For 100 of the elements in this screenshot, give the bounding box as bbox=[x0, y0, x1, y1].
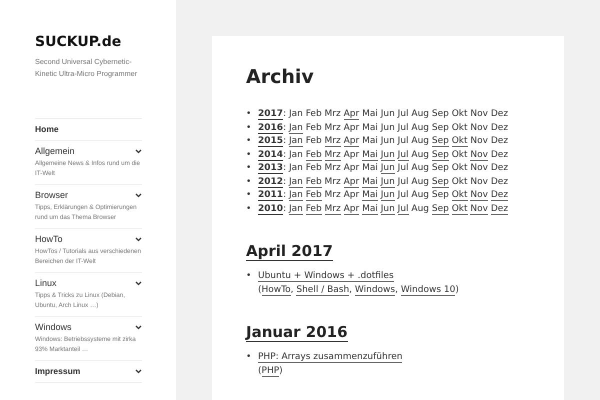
month-link[interactable]: Jan bbox=[288, 176, 303, 188]
month-link[interactable]: Jun bbox=[380, 163, 395, 174]
month-link[interactable]: Dez bbox=[490, 204, 508, 214]
month-label: Jun bbox=[380, 122, 395, 132]
site-title[interactable]: SUCKUP.de bbox=[35, 34, 146, 50]
month-link[interactable]: Feb bbox=[306, 176, 322, 188]
separator: : bbox=[283, 109, 286, 119]
month-link[interactable]: Apr bbox=[344, 176, 360, 188]
month-label: Sep bbox=[432, 109, 449, 119]
month-label: Okt bbox=[452, 122, 468, 132]
month-label: Mai bbox=[362, 109, 378, 119]
month-label: Jul bbox=[398, 190, 409, 200]
nav-link[interactable]: Home bbox=[35, 123, 59, 135]
chevron-down-icon[interactable] bbox=[135, 236, 142, 242]
month-link[interactable]: Jul bbox=[398, 150, 409, 160]
chevron-down-icon[interactable] bbox=[135, 148, 142, 154]
month-link[interactable]: Jan bbox=[288, 204, 303, 214]
month-link[interactable]: Feb bbox=[306, 204, 322, 214]
nav-link[interactable]: HowTo bbox=[35, 233, 63, 245]
year-link[interactable]: 2013 bbox=[258, 163, 284, 174]
month-label: Dez bbox=[490, 176, 508, 186]
month-link[interactable]: Jun bbox=[380, 204, 395, 214]
post-link[interactable]: PHP: Arrays zusammenzuführen bbox=[258, 352, 402, 363]
month-link[interactable]: Nov bbox=[470, 190, 488, 201]
year-link[interactable]: 2010 bbox=[258, 204, 284, 214]
month-label: Nov bbox=[470, 163, 488, 173]
month-link[interactable]: Mai bbox=[362, 190, 378, 201]
month-link[interactable]: Apr bbox=[344, 204, 360, 214]
chevron-down-icon[interactable] bbox=[135, 368, 142, 374]
nav-link[interactable]: Allgemein bbox=[35, 145, 75, 157]
nav-link[interactable]: Linux bbox=[35, 277, 57, 289]
month-label: Mai bbox=[362, 122, 378, 132]
separator: , bbox=[349, 284, 352, 294]
month-label: Aug bbox=[411, 190, 429, 200]
month-label: Dez bbox=[490, 150, 508, 160]
month-link[interactable]: Dez bbox=[490, 190, 508, 201]
nav-link[interactable]: Browser bbox=[35, 189, 68, 201]
chevron-down-icon[interactable] bbox=[135, 280, 142, 286]
separator: : bbox=[283, 150, 286, 160]
month-link[interactable]: Nov bbox=[470, 150, 488, 160]
month-label: Nov bbox=[470, 109, 488, 119]
bullet: • bbox=[246, 108, 252, 121]
bullet: • bbox=[246, 189, 252, 202]
month-link[interactable]: Mrz bbox=[324, 204, 341, 214]
separator: : bbox=[283, 190, 286, 200]
month-label: Mai bbox=[362, 136, 378, 146]
parenthesis: ) bbox=[455, 284, 459, 294]
month-label: Aug bbox=[411, 122, 429, 132]
month-label: Feb bbox=[306, 109, 322, 119]
chevron-down-icon[interactable] bbox=[135, 324, 142, 330]
parenthesis: ( bbox=[258, 284, 262, 294]
tag-link[interactable]: PHP bbox=[262, 366, 280, 376]
month-label: Sep bbox=[432, 190, 449, 200]
tag-link[interactable]: Shell / Bash bbox=[296, 284, 350, 296]
month-label: Sep bbox=[432, 163, 449, 173]
month-link[interactable]: Apr bbox=[344, 109, 360, 120]
month-link[interactable]: Jan bbox=[288, 190, 303, 201]
year-link[interactable]: 2016 bbox=[258, 122, 284, 134]
month-label: Nov bbox=[470, 122, 488, 132]
month-link[interactable]: Feb bbox=[306, 150, 322, 160]
year-link[interactable]: 2011 bbox=[258, 190, 284, 201]
month-link[interactable]: Nov bbox=[470, 204, 488, 214]
tag-link[interactable]: Windows 10 bbox=[400, 284, 456, 296]
month-label: Mai bbox=[362, 163, 378, 173]
month-link[interactable]: Mai bbox=[362, 176, 378, 188]
month-link[interactable]: Jun bbox=[380, 190, 395, 201]
post-link[interactable]: Ubuntu + Windows + .dotfiles bbox=[258, 271, 394, 282]
month-link[interactable]: Mrz bbox=[324, 150, 341, 160]
tag-link[interactable]: HowTo bbox=[262, 284, 291, 296]
month-link[interactable]: Sep bbox=[432, 150, 449, 160]
month-link[interactable]: Okt bbox=[452, 136, 468, 147]
tag-link[interactable]: Windows bbox=[354, 284, 396, 296]
bullet: • bbox=[246, 135, 252, 148]
month-link[interactable]: Mai bbox=[362, 150, 378, 160]
nav-link[interactable]: Windows bbox=[35, 321, 72, 333]
month-link[interactable]: Sep bbox=[432, 136, 449, 147]
month-link[interactable]: Feb bbox=[306, 190, 322, 201]
month-link[interactable]: Jan bbox=[288, 122, 303, 134]
month-link[interactable]: Mai bbox=[362, 204, 378, 214]
month-link[interactable]: Okt bbox=[452, 190, 468, 201]
year-link[interactable]: 2012 bbox=[258, 176, 284, 188]
month-link[interactable]: Mrz bbox=[324, 136, 341, 147]
separator: : bbox=[283, 163, 286, 173]
month-link[interactable]: Sep bbox=[432, 176, 449, 188]
month-link[interactable]: Okt bbox=[452, 204, 468, 214]
month-label: Aug bbox=[411, 150, 429, 160]
year-link[interactable]: 2017 bbox=[258, 109, 284, 120]
month-link[interactable]: Apr bbox=[344, 136, 360, 147]
month-link[interactable]: Jul bbox=[398, 204, 409, 214]
bullet: • bbox=[246, 176, 252, 188]
chevron-down-icon[interactable] bbox=[135, 192, 142, 198]
month-link[interactable]: Jun bbox=[380, 150, 395, 160]
month-label: Aug bbox=[411, 176, 429, 186]
month-link[interactable]: Jun bbox=[380, 176, 395, 188]
year-link[interactable]: 2015 bbox=[258, 136, 284, 147]
month-link[interactable]: Sep bbox=[432, 204, 449, 214]
month-label: Dez bbox=[490, 109, 508, 119]
nav-link[interactable]: Impressum bbox=[35, 365, 80, 377]
year-link[interactable]: 2014 bbox=[258, 150, 284, 160]
month-link[interactable]: Jan bbox=[288, 136, 303, 147]
